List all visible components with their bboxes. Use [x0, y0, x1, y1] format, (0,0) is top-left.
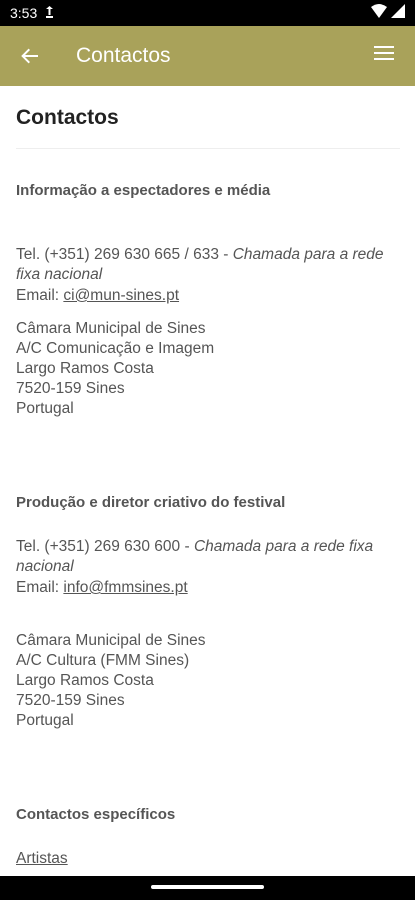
- page-title: Contactos: [16, 106, 119, 129]
- email-link[interactable]: ci@mun-sines.pt: [63, 287, 179, 304]
- divider: [16, 148, 400, 149]
- arrow-left-icon[interactable]: [18, 44, 42, 68]
- address-line: A/C Comunicação e Imagem: [16, 340, 215, 357]
- address-line: Câmara Municipal de Sines: [16, 320, 206, 337]
- home-gesture-handle[interactable]: [151, 885, 264, 889]
- address-line: Portugal: [16, 400, 74, 417]
- sync-icon: [45, 5, 54, 21]
- content: Contactos Informação a espectadores e mé…: [0, 86, 415, 876]
- signal-icon: [391, 4, 405, 21]
- address-line: 7520-159 Sines: [16, 692, 125, 709]
- email-link[interactable]: info@fmmsines.pt: [63, 579, 187, 596]
- status-bar: 3:53: [0, 0, 415, 26]
- email-label: Email:: [16, 579, 64, 596]
- address-line: Portugal: [16, 712, 74, 729]
- address-line: Largo Ramos Costa: [16, 672, 154, 689]
- app-bar-title: Contactos: [76, 44, 171, 67]
- email-text: Email: info@fmmsines.pt: [16, 578, 396, 598]
- system-nav-bar: [0, 876, 415, 900]
- wifi-icon: [371, 4, 387, 21]
- address-block: Câmara Municipal de Sines A/C Cultura (F…: [16, 631, 396, 731]
- section-title: Produção e diretor criativo do festival: [16, 494, 286, 511]
- specific-links: Artistas: [16, 849, 396, 869]
- section-title: Informação a espectadores e média: [16, 182, 271, 199]
- phone-text: Tel. (+351) 269 630 665 / 633 - Chamada …: [16, 245, 396, 285]
- hamburger-menu-icon[interactable]: [373, 44, 397, 68]
- email-text: Email: ci@mun-sines.pt: [16, 286, 396, 306]
- phone-text: Tel. (+351) 269 630 600 - Chamada para a…: [16, 537, 396, 577]
- artists-link[interactable]: Artistas: [16, 850, 68, 867]
- phone-number: Tel. (+351) 269 630 600 -: [16, 538, 194, 555]
- address-line: A/C Cultura (FMM Sines): [16, 652, 190, 669]
- email-label: Email:: [16, 287, 64, 304]
- address-line: Largo Ramos Costa: [16, 360, 154, 377]
- address-block: Câmara Municipal de Sines A/C Comunicaçã…: [16, 319, 396, 419]
- address-line: Câmara Municipal de Sines: [16, 632, 206, 649]
- phone-number: Tel. (+351) 269 630 665 / 633 -: [16, 246, 233, 263]
- status-time: 3:53: [10, 5, 38, 21]
- address-line: 7520-159 Sines: [16, 380, 125, 397]
- section-title: Contactos específicos: [16, 806, 176, 823]
- app-bar: Contactos: [0, 26, 415, 86]
